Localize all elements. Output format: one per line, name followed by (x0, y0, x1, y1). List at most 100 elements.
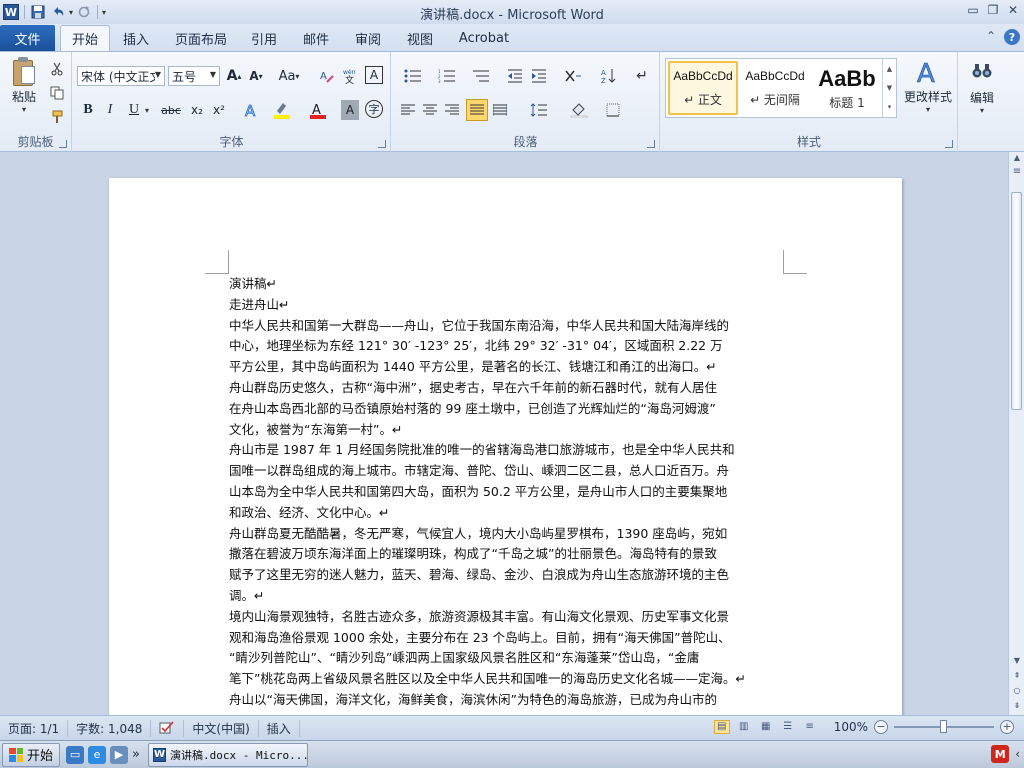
outline-view-icon[interactable]: ☰ (780, 720, 796, 734)
language-status[interactable]: 中文(中国) (184, 719, 259, 737)
highlight-icon[interactable] (269, 100, 297, 120)
enclose-char-button[interactable]: 字 (365, 100, 383, 118)
grow-font-button[interactable]: A ▴ (225, 66, 243, 86)
document-line[interactable]: 国唯一以群岛组成的海上城市。市辖定海、普陀、岱山、嵊泗二区二县，总人口近百万。舟 (229, 461, 784, 482)
vertical-scrollbar[interactable]: ▲ ≡ ▼ ⇞ ○ ⇟ (1008, 152, 1024, 715)
web-layout-icon[interactable]: ▦ (758, 720, 774, 734)
line-spacing-icon[interactable] (524, 100, 554, 120)
shading-icon[interactable] (564, 100, 594, 120)
document-line[interactable]: 观和海岛渔俗景观 1000 余处，主要分布在 23 个岛屿上。目前，拥有“海天佛… (229, 628, 784, 649)
tray-app-icon[interactable]: M (991, 745, 1010, 763)
document-page[interactable]: 演讲稿↵ 走进舟山↵ 中华人民共和国第一大群岛——舟山，它位于我国东南沿海，中华人民… (109, 178, 902, 715)
underline-dropdown-icon[interactable]: ▾ (145, 106, 149, 115)
tray-expand-icon[interactable]: ‹ (1015, 747, 1020, 761)
insert-mode-status[interactable]: 插入 (259, 719, 300, 737)
document-line[interactable]: 平方公里，其中岛屿面积为 1440 平方公里，是著名的长江、钱塘江和甬江的出海口… (229, 357, 784, 378)
tab-acrobat[interactable]: Acrobat (452, 25, 516, 51)
chinese-layout-icon[interactable] (558, 66, 588, 86)
text-effects-icon[interactable]: A (239, 100, 265, 120)
zoom-level[interactable]: 100% (834, 720, 868, 734)
superscript-button[interactable]: x² (209, 100, 229, 120)
distribute-icon[interactable] (490, 100, 510, 120)
document-line[interactable]: 赋予了这里无穷的迷人魅力，蓝天、碧海、绿岛、金沙、白浪成为舟山生态旅游环境的主色 (229, 565, 784, 586)
multilevel-list-icon[interactable] (466, 66, 496, 86)
save-icon[interactable] (29, 3, 47, 21)
minimize-icon[interactable]: ▭ (966, 3, 980, 17)
zoom-in-icon[interactable]: + (1000, 720, 1014, 734)
zoom-out-icon[interactable]: − (874, 720, 888, 734)
align-left-icon[interactable] (398, 100, 418, 120)
tab-mailings[interactable]: 邮件 (296, 25, 336, 51)
bullets-icon[interactable] (398, 66, 428, 86)
scroll-down-icon[interactable]: ▼ (1011, 655, 1023, 667)
document-line[interactable]: 在舟山本岛西北部的马岙镇原始村落的 99 座土墩中，已创造了光辉灿烂的“海岛河姆… (229, 399, 784, 420)
word-app-icon[interactable]: W (2, 3, 20, 21)
customize-toolbar-icon[interactable]: ▾ (102, 8, 106, 17)
char-shading-button[interactable]: A (341, 100, 359, 120)
tab-home[interactable]: 开始 (60, 25, 110, 51)
cut-icon[interactable] (48, 60, 66, 78)
change-styles-button[interactable]: A 更改样式 ▾ (901, 56, 955, 116)
document-line[interactable]: 笔下”桃花岛两上省级风景名胜区以及全中华人民共和国唯一的海岛历史文化名城——定海… (229, 669, 784, 690)
sort-icon[interactable]: AZ (598, 66, 620, 86)
undo-icon[interactable] (49, 3, 67, 21)
prev-page-icon[interactable]: ⇞ (1011, 670, 1023, 682)
document-line[interactable]: 境内山海景观独特，名胜古迹众多，旅游资源极其丰富。有山海文化景观、历史军事文化景 (229, 607, 784, 628)
next-page-icon[interactable]: ⇟ (1011, 700, 1023, 712)
align-right-icon[interactable] (442, 100, 462, 120)
clear-format-icon[interactable]: A (317, 66, 337, 86)
zoom-slider-thumb[interactable] (940, 720, 947, 733)
document-line[interactable]: 和政治、经济、文化中心。↵ (229, 503, 784, 524)
format-painter-icon[interactable] (48, 108, 66, 126)
tab-view[interactable]: 视图 (400, 25, 440, 51)
char-border-button[interactable]: A (365, 66, 383, 84)
font-name-dropdown[interactable]: 宋体 (中文正文 ▼ (77, 66, 165, 86)
scroll-up-icon[interactable]: ▲ (1011, 152, 1023, 164)
show-desktop-icon[interactable]: ▭ (66, 745, 85, 764)
scrollbar-thumb[interactable] (1011, 192, 1022, 410)
document-line[interactable]: 文化，被誉为“东海第一村”。↵ (229, 420, 784, 441)
page-count[interactable]: 页面: 1/1 (0, 719, 69, 737)
document-line[interactable]: 山本岛为全中华人民共和国第四大岛，面积为 50.2 平方公里，是舟山市人口的主要… (229, 482, 784, 503)
tab-page-layout[interactable]: 页面布局 (170, 25, 232, 51)
internet-explorer-icon[interactable]: e (88, 745, 107, 764)
font-size-dropdown[interactable]: 五号 ▼ (168, 66, 220, 86)
borders-icon[interactable] (598, 100, 628, 120)
bold-button[interactable]: B (79, 100, 97, 120)
clipboard-launcher-icon[interactable] (59, 140, 67, 148)
tab-file[interactable]: 文件 (0, 25, 55, 51)
document-line[interactable]: 舟山以“海天佛国，海洋文化，海鲜美食，海滨休闲”为特色的海岛旅游，已成为舟山市的 (229, 690, 784, 711)
font-launcher-icon[interactable] (378, 140, 386, 148)
increase-indent-icon[interactable] (528, 66, 550, 86)
help-icon[interactable]: ? (1004, 29, 1020, 45)
style-no-spacing[interactable]: AaBbCcDd ↵ 无间隔 (740, 61, 810, 115)
document-line[interactable]: 撒落在碧波万顷东海洋面上的璀璨明珠，构成了“千岛之城”的壮丽景色。海岛特有的景致 (229, 544, 784, 565)
more-quick-launch[interactable]: » (132, 747, 140, 762)
underline-button[interactable]: U (125, 100, 143, 120)
editing-button[interactable]: 编辑 ▾ (963, 58, 1001, 118)
subscript-button[interactable]: x₂ (187, 100, 207, 120)
change-case-button[interactable]: Aa ▾ (277, 66, 301, 86)
phonetic-guide-icon[interactable]: wén 文 (341, 66, 361, 86)
document-line[interactable]: 走进舟山↵ (229, 295, 784, 316)
gallery-scroll[interactable]: ▲ ▼ ▾ (882, 59, 896, 117)
full-screen-reading-icon[interactable]: ▥ (736, 720, 752, 734)
document-line[interactable]: 舟山群岛历史悠久，古称“海中洲”，据史考古，早在六千年前的新石器时代，就有人居住 (229, 378, 784, 399)
media-player-icon[interactable]: ▶ (110, 745, 129, 764)
align-center-icon[interactable] (420, 100, 440, 120)
italic-button[interactable]: I (101, 100, 119, 120)
document-line[interactable]: 中心，地理坐标为东经 121° 30′ -123° 25′，北纬 29° 32′… (229, 336, 784, 357)
document-line[interactable]: 舟山市是 1987 年 1 月经国务院批准的唯一的省辖海岛港口旅游城市，也是全中… (229, 440, 784, 461)
document-line[interactable]: 演讲稿↵ (229, 274, 784, 295)
show-marks-icon[interactable]: ↵ (632, 66, 652, 86)
style-heading1[interactable]: AaBb 标题 1 (812, 61, 882, 115)
paste-dropdown-icon[interactable]: ▾ (22, 105, 26, 114)
paste-button[interactable]: 粘贴 ▾ (6, 56, 42, 114)
redo-icon[interactable] (75, 3, 93, 21)
shrink-font-button[interactable]: A ▾ (247, 66, 265, 86)
document-line[interactable]: 舟山群岛夏无酷酷暑，冬无严寒，气候宜人，境内大小岛屿星罗棋布，1390 座岛屿，… (229, 524, 784, 545)
draft-view-icon[interactable]: ≡ (802, 720, 818, 734)
print-layout-view-icon[interactable]: ▤ (713, 720, 730, 734)
ruler-toggle-icon[interactable]: ≡ (1011, 166, 1023, 178)
minimize-ribbon-icon[interactable]: ⌃ (986, 29, 996, 45)
